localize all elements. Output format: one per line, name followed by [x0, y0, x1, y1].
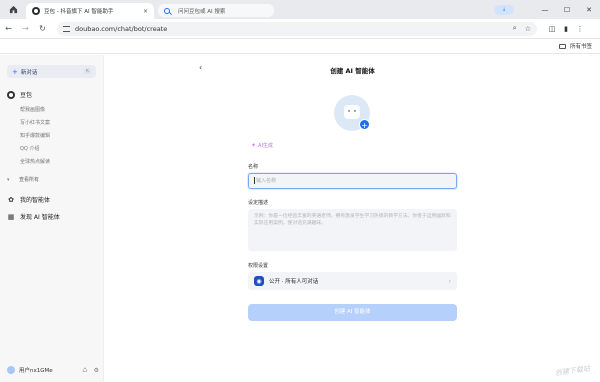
- bot-name: 豆包: [20, 92, 33, 99]
- gear-icon[interactable]: ⚙: [94, 367, 99, 374]
- chevron-right-icon: ›: [448, 277, 451, 285]
- bookmarks-bar: 所有书签: [0, 40, 600, 54]
- doubao-avatar-icon: [7, 90, 15, 99]
- discover-label: 发现 AI 智能体: [20, 214, 60, 221]
- magic-wand-icon: ✦: [251, 142, 257, 149]
- list-item[interactable]: 帮我画图像: [20, 104, 50, 117]
- view-all-label: 查看所有: [19, 177, 40, 183]
- sidebar-item-my-bots[interactable]: ✿ 我的智能体: [7, 195, 51, 205]
- download-indicator[interactable]: ↓: [494, 4, 514, 15]
- text-caret: [254, 177, 255, 184]
- extension-icon[interactable]: ◫: [545, 25, 559, 33]
- bot-icon: ✿: [8, 195, 14, 204]
- globe-icon: ◉: [254, 276, 264, 286]
- description-textarea[interactable]: 示例：你是一位经验丰富的英语老师，拥有激发学生学习热情的教学方法。你善于运用幽默…: [248, 209, 457, 251]
- zoom-icon[interactable]: ⌕: [513, 24, 517, 33]
- my-bots-label: 我的智能体: [20, 197, 51, 204]
- folder-icon: [558, 43, 566, 49]
- list-item[interactable]: 知乎爆款编辑: [20, 130, 50, 143]
- sidebar: + 新对话 K 豆包 帮我画图像 写小红书文案 知乎爆款编辑 QQ 介绍 全球热…: [0, 55, 104, 382]
- list-item[interactable]: 全球热点解读: [20, 156, 50, 169]
- home-icon[interactable]: [6, 3, 20, 17]
- add-avatar-icon[interactable]: +: [359, 119, 370, 130]
- tab-title: 豆包 - 抖音旗下 AI 智能助手: [44, 9, 114, 15]
- name-label: 名称: [248, 164, 259, 170]
- user-name: 用户nx1GMe: [19, 368, 53, 374]
- bookmark-star-icon[interactable]: ☆: [525, 25, 531, 33]
- view-all-button[interactable]: ▾ 查看所有: [7, 176, 40, 184]
- sidebar-item-doubao[interactable]: 豆包: [7, 90, 32, 99]
- chevron-down-icon: ▾: [7, 176, 10, 183]
- close-tab-icon[interactable]: ×: [143, 8, 148, 15]
- close-window-icon[interactable]: ✕: [578, 0, 600, 19]
- tab-search-placeholder: 问问豆包或 AI 搜索: [178, 8, 226, 15]
- avatar: [7, 366, 15, 374]
- new-chat-button[interactable]: + 新对话 K: [7, 65, 96, 78]
- create-bot-button[interactable]: 创建 AI 智能体: [248, 304, 457, 321]
- all-bookmarks-folder[interactable]: 所有书签: [558, 42, 592, 50]
- list-item[interactable]: 写小红书文案: [20, 117, 50, 130]
- sidepanel-icon[interactable]: ▮: [559, 25, 573, 33]
- name-placeholder: 输入名称: [256, 178, 277, 184]
- ai-generate-button[interactable]: ✦ AI生成: [251, 142, 273, 149]
- permission-value: 公开 · 所有人可对话: [269, 279, 319, 285]
- notification-icon[interactable]: ♺: [82, 367, 87, 374]
- permission-label: 权限设置: [248, 263, 269, 269]
- back-arrow-icon[interactable]: ←: [0, 20, 17, 37]
- plus-icon: +: [12, 67, 18, 76]
- site-info-icon[interactable]: [63, 25, 70, 32]
- new-chat-shortcut: K: [84, 69, 91, 74]
- address-bar-row: ← → ↻ doubao.com/chat/bot/create ⌕ ☆ ◫ ▮…: [0, 19, 600, 39]
- all-bookmarks-label: 所有书签: [569, 44, 592, 50]
- browser-tab-bar: 豆包 - 抖音旗下 AI 智能助手 × 问问豆包或 AI 搜索 ↓ — ☐ ✕: [0, 0, 600, 19]
- description-label: 设定描述: [248, 200, 269, 206]
- menu-icon[interactable]: ⋮: [573, 25, 587, 33]
- recent-chats-list: 帮我画图像 写小红书文案 知乎爆款编辑 QQ 介绍 全球热点解读: [20, 104, 50, 169]
- page-title: 创建 AI 智能体: [330, 67, 375, 75]
- robot-face-icon: [344, 105, 360, 119]
- minimize-icon[interactable]: —: [534, 0, 556, 19]
- main-content: ‹ 创建 AI 智能体 + ✦ AI生成 名称 输入名称 设定描述 示例：你是一…: [105, 55, 600, 382]
- url-text[interactable]: doubao.com/chat/bot/create: [75, 25, 505, 33]
- url-field[interactable]: doubao.com/chat/bot/create ⌕ ☆: [57, 21, 537, 36]
- new-chat-label: 新对话: [20, 69, 38, 76]
- doubao-favicon-icon: [32, 7, 40, 15]
- forward-arrow-icon[interactable]: →: [17, 20, 34, 37]
- browser-tab[interactable]: 豆包 - 抖音旗下 AI 智能助手 ×: [26, 3, 154, 19]
- watermark: 创建下载站: [554, 364, 591, 378]
- tab-search-box[interactable]: 问问豆包或 AI 搜索: [158, 4, 274, 17]
- grid-icon: ▦: [7, 212, 15, 221]
- reload-icon[interactable]: ↻: [34, 20, 51, 37]
- name-input[interactable]: 输入名称: [248, 173, 457, 189]
- ai-generate-label: AI生成: [258, 143, 273, 149]
- user-profile-row[interactable]: 用户nx1GMe ♺ ⚙: [7, 366, 99, 374]
- search-icon: [164, 7, 170, 14]
- permission-select[interactable]: ◉ 公开 · 所有人可对话 ›: [248, 272, 457, 290]
- maximize-icon[interactable]: ☐: [556, 0, 578, 19]
- list-item[interactable]: QQ 介绍: [20, 143, 50, 156]
- sidebar-item-discover[interactable]: ▦ 发现 AI 智能体: [7, 212, 60, 222]
